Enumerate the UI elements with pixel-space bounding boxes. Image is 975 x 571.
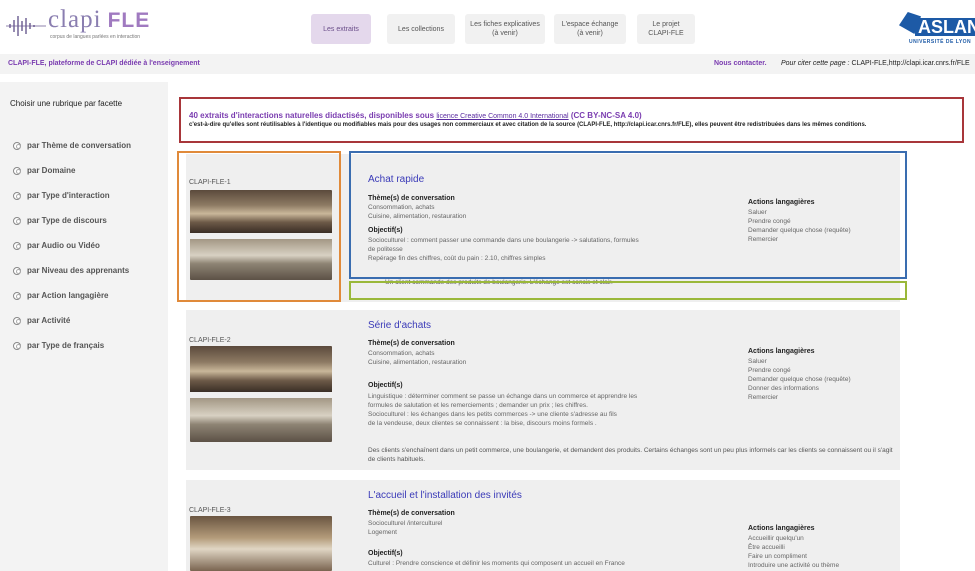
facet-type-interaction[interactable]: par Type d'interaction bbox=[13, 191, 110, 200]
facet-title: Choisir une rubrique par facette bbox=[10, 99, 123, 108]
radio-icon bbox=[13, 266, 21, 275]
nav-espace-echange[interactable]: L'espace échange (à venir) bbox=[554, 14, 626, 44]
extract-code: CLAPI-FLE-3 bbox=[189, 507, 231, 514]
extract-summary: Des clients s'enchaînent dans un petit c… bbox=[368, 447, 893, 463]
extract-title[interactable]: Série d'achats bbox=[368, 320, 431, 331]
video-frame-image bbox=[190, 239, 332, 280]
radio-icon bbox=[13, 341, 21, 350]
objective-line: formules de salutation et les remercieme… bbox=[368, 402, 588, 409]
clapi-fle-logo[interactable]: clapi FLE corpus de langues parlées en in… bbox=[6, 4, 171, 44]
theme-item: Cuisine, alimentation, restauration bbox=[368, 213, 467, 220]
facet-action-langagiere[interactable]: par Action langagière bbox=[13, 291, 109, 300]
objective-line: Repérage fin des chiffres, coût du pain … bbox=[368, 255, 546, 262]
action-item: Prendre congé bbox=[748, 367, 791, 374]
brand-subtitle: corpus de langues parlées en interaction bbox=[50, 34, 141, 40]
extract-code: CLAPI-FLE-1 bbox=[189, 179, 231, 186]
header: clapi FLE corpus de langues parlées en in… bbox=[0, 0, 975, 50]
extract-title[interactable]: L'accueil et l'installation des invités bbox=[368, 490, 522, 501]
objective-line: Culturel : Prendre conscience et définir… bbox=[368, 560, 625, 567]
facet-domaine[interactable]: par Domaine bbox=[13, 166, 75, 175]
action-item: Remercier bbox=[748, 236, 778, 243]
objectives-label: Objectif(s) bbox=[368, 382, 403, 389]
facet-sidebar: Choisir une rubrique par facette par Thè… bbox=[0, 82, 168, 571]
radio-icon bbox=[13, 291, 21, 300]
facet-type-discours[interactable]: par Type de discours bbox=[13, 216, 107, 225]
themes-label: Thème(s) de conversation bbox=[368, 340, 455, 347]
brand-name: clapi FLE bbox=[48, 6, 151, 33]
objective-line: Socioculturel : comment passer une comma… bbox=[368, 237, 639, 244]
action-item: Prendre congé bbox=[748, 218, 791, 225]
action-item: Remercier bbox=[748, 394, 778, 401]
theme-item: Socioculturel /interculturel bbox=[368, 520, 443, 527]
theme-item: Cuisine, alimentation, restauration bbox=[368, 359, 467, 366]
cite-info: Pour citer cette page : CLAPI-FLE,http:/… bbox=[781, 60, 970, 67]
objectives-label: Objectif(s) bbox=[368, 550, 403, 557]
aslan-wordmark: ASLAN bbox=[915, 18, 975, 36]
nav-le-projet[interactable]: Le projet CLAPI-FLE bbox=[637, 14, 695, 44]
action-item: Donner des informations bbox=[748, 385, 819, 392]
aslan-logo[interactable]: ASLAN UNIVERSITÉ DE LYON bbox=[899, 8, 975, 48]
objective-line: de politesse bbox=[368, 246, 403, 253]
facet-activite[interactable]: par Activité bbox=[13, 316, 70, 325]
objective-line: Linguistique : déterminer comment se pas… bbox=[368, 393, 638, 400]
themes-label: Thème(s) de conversation bbox=[368, 510, 455, 517]
license-link[interactable]: licence Creative Common 4.0 Internationa… bbox=[436, 113, 568, 120]
action-item: Demander quelque chose (requête) bbox=[748, 227, 851, 234]
action-item: Introduire une activité ou thème bbox=[748, 562, 840, 569]
contact-link[interactable]: Nous contacter. bbox=[714, 60, 767, 67]
themes-label: Thème(s) de conversation bbox=[368, 195, 455, 202]
actions-label: Actions langagières bbox=[748, 348, 815, 355]
facet-type-francais[interactable]: par Type de français bbox=[13, 341, 104, 350]
radio-icon bbox=[13, 241, 21, 250]
actions-label: Actions langagières bbox=[748, 199, 815, 206]
action-item: Demander quelque chose (requête) bbox=[748, 376, 851, 383]
theme-item: Consommation, achats bbox=[368, 204, 435, 211]
notice-body: c'est-à-dire qu'elles sont réutilisables… bbox=[189, 122, 867, 128]
theme-item: Consommation, achats bbox=[368, 350, 435, 357]
extract-card-3[interactable]: CLAPI-FLE-3 L'accueil et l'installation … bbox=[186, 480, 900, 571]
extract-card-1[interactable]: CLAPI-FLE-1 Achat rapide Thème(s) de con… bbox=[186, 154, 900, 302]
action-item: Être accueilli bbox=[748, 544, 785, 551]
radio-icon bbox=[13, 316, 21, 325]
radio-icon bbox=[13, 141, 21, 150]
extract-card-2[interactable]: CLAPI-FLE-2 Série d'achats Thème(s) de c… bbox=[186, 310, 900, 470]
nav-les-extraits[interactable]: Les extraits bbox=[311, 14, 371, 44]
action-item: Saluer bbox=[748, 209, 767, 216]
subheader-bar: CLAPI-FLE, plateforme de CLAPI dédiée à … bbox=[0, 54, 975, 74]
facet-niveau[interactable]: par Niveau des apprenants bbox=[13, 266, 129, 275]
site-tagline: CLAPI-FLE, plateforme de CLAPI dédiée à … bbox=[8, 60, 200, 67]
facet-audio-video[interactable]: par Audio ou Vidéo bbox=[13, 241, 100, 250]
action-item: Faire un compliment bbox=[748, 553, 807, 560]
facet-theme[interactable]: par Thème de conversation bbox=[13, 141, 131, 150]
notice-headline: 40 extraits d'interactions naturelles di… bbox=[189, 111, 642, 120]
radio-icon bbox=[13, 191, 21, 200]
nav-fiches-explicatives[interactable]: Les fiches explicatives (à venir) bbox=[465, 14, 545, 44]
extract-title[interactable]: Achat rapide bbox=[368, 174, 424, 185]
action-item: Saluer bbox=[748, 358, 767, 365]
aslan-university: UNIVERSITÉ DE LYON bbox=[909, 39, 972, 45]
main-content: 40 extraits d'interactions naturelles di… bbox=[168, 82, 975, 571]
extract-thumbnail[interactable] bbox=[190, 516, 332, 571]
theme-item: Logement bbox=[368, 529, 397, 536]
radio-icon bbox=[13, 216, 21, 225]
video-frame-image bbox=[190, 516, 332, 571]
radio-icon bbox=[13, 166, 21, 175]
actions-label: Actions langagières bbox=[748, 525, 815, 532]
extract-thumbnail[interactable] bbox=[190, 346, 332, 442]
extract-code: CLAPI-FLE-2 bbox=[189, 337, 231, 344]
video-frame-image bbox=[190, 398, 332, 442]
license-notice: 40 extraits d'interactions naturelles di… bbox=[179, 97, 964, 143]
video-frame-image bbox=[190, 346, 332, 392]
action-item: Accueillir quelqu'un bbox=[748, 535, 804, 542]
objective-line: de la vendeuse, deux clientes se connais… bbox=[368, 420, 597, 427]
objective-line: Socioculturel : les échanges dans les pe… bbox=[368, 411, 617, 418]
objectives-label: Objectif(s) bbox=[368, 227, 403, 234]
nav-les-collections[interactable]: Les collections bbox=[387, 14, 455, 44]
sound-wave-icon bbox=[6, 16, 46, 36]
video-frame-image bbox=[190, 190, 332, 233]
extract-thumbnail[interactable] bbox=[190, 190, 332, 280]
extract-summary: Un client commande des produits de boula… bbox=[385, 279, 613, 286]
